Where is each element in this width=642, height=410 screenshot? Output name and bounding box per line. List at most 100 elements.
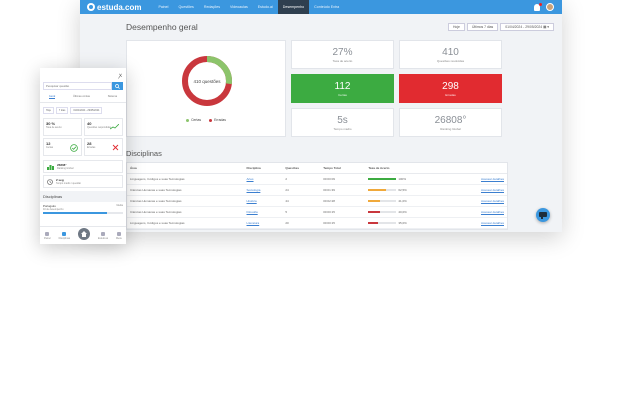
chat-fab-button[interactable]	[536, 208, 550, 222]
mobile-search-input[interactable]	[43, 82, 112, 90]
nav-link-questoes[interactable]: Questões	[173, 0, 198, 14]
cell-discipline-link[interactable]: História	[243, 195, 283, 207]
calendar-icon: ▦ ▾	[543, 25, 549, 29]
header-row: Desempenho geral Hoje Últimos 7 dias 01/…	[126, 14, 554, 40]
header-rate: Taxa de Acerto	[365, 163, 452, 174]
details-link[interactable]: Acessar detalhes	[451, 217, 507, 229]
dashboard-icon	[45, 231, 50, 236]
mobile-filters: Hoje 7 dias 01/04/2024 - 29/05/2024	[43, 107, 123, 114]
mobile-tab-ultimas[interactable]: Últimas contas	[73, 95, 90, 99]
filter-date-range[interactable]: 01/04/2024 - 29/05/2024 ▦ ▾	[500, 23, 554, 31]
check-circle-icon	[70, 144, 78, 152]
nav-link-redacoes[interactable]: Redações	[199, 0, 225, 14]
mobile-filter-today[interactable]: Hoje	[43, 107, 54, 114]
notification-dot	[539, 2, 542, 6]
mobile-filter-range[interactable]: 01/04/2024 - 29/05/2024	[70, 107, 103, 114]
rate-text: 100%	[398, 177, 406, 181]
table-row: Ciências Humanas e suas Tecnologias Socio…	[127, 184, 507, 196]
mobile-search	[43, 82, 123, 90]
header-actions	[451, 163, 507, 174]
cell-time: 00:01:39	[320, 184, 366, 196]
stat-value: 27%	[332, 46, 353, 58]
cell-questions: 24	[282, 184, 321, 196]
mobile-nav-disciplinas[interactable]: Disciplinas	[59, 231, 70, 240]
stat-avg-time: 5s Tempo médio	[291, 108, 394, 137]
mobile-top: ꭗ	[40, 68, 126, 82]
header-time: Tempo Total	[320, 163, 366, 174]
clock-icon	[47, 178, 53, 185]
rate-bar-fill	[368, 222, 379, 225]
details-link[interactable]: Acessar detalhes	[451, 173, 507, 185]
ranking-label: Ranking Global	[57, 167, 74, 170]
details-link[interactable]: Acessar detalhes	[451, 184, 507, 196]
nav-label: Estudo.ai	[98, 236, 108, 240]
card-label: Taxa de acerto	[46, 126, 62, 129]
rate-bar-fill	[368, 211, 380, 214]
header-area: Área	[127, 163, 244, 174]
filter-7-days-button[interactable]: Últimos 7 dias	[466, 23, 499, 31]
date-range-text: 01/04/2024 - 29/05/2024	[505, 25, 543, 29]
donut-legend: Certas Erradas	[127, 118, 285, 122]
details-link[interactable]: Acessar detalhes	[451, 195, 507, 207]
discipline-tag: Media	[116, 204, 123, 207]
cell-discipline-link[interactable]: Artes	[243, 173, 283, 185]
legend-wrong: Erradas	[209, 118, 226, 122]
mobile-discipline-item[interactable]: Português Media 40 de desempenho	[43, 204, 123, 214]
stat-correct: 112 Certas	[291, 74, 394, 103]
mobile-nav-menu[interactable]: Menu	[116, 231, 122, 240]
mobile-filter-7-days[interactable]: 7 dias	[55, 107, 69, 114]
cell-time: 00:00:09	[320, 173, 366, 185]
mobile-tab-sistema[interactable]: Sistema	[108, 95, 117, 99]
table-row: Ciências Humanas e suas Tecnologias Histó…	[127, 195, 507, 207]
table-row: Linguagens, Códigos e suas Tecnologias Li…	[127, 217, 507, 229]
mobile-tab-geral[interactable]: Geral	[48, 95, 56, 99]
table-row: Linguagens, Códigos e suas Tecnologias Ar…	[127, 173, 507, 185]
nav-link-desempenho[interactable]: Desempenho	[277, 0, 310, 14]
discipline-progress-fill	[43, 212, 107, 214]
stat-accuracy-rate: 27% Taxa de acerto	[291, 40, 394, 69]
donut-chart: 410 questões	[182, 56, 232, 106]
mobile-nav-painel[interactable]: Painel	[44, 231, 51, 240]
x-mark-icon	[112, 144, 119, 151]
rate-text: 62,5%	[398, 188, 407, 192]
disciplines-title: Disciplinas	[126, 149, 162, 158]
close-icon[interactable]: ꭗ	[119, 71, 122, 79]
nav-link-estudo-ai[interactable]: Estudo.ai	[253, 0, 278, 14]
details-link[interactable]: Acessar detalhes	[451, 206, 507, 218]
rate-bar	[368, 200, 397, 203]
mobile-nav-home[interactable]	[78, 227, 91, 240]
mobile-ranking-row: 26808° Ranking Global	[43, 160, 123, 173]
nav-link-painel[interactable]: Painel	[153, 0, 173, 14]
rate-text: 40,0%	[398, 210, 407, 214]
legend-wrong-label: Erradas	[214, 118, 226, 122]
stat-wrong: 298 Erradas	[399, 74, 502, 103]
mobile-time-row: 2 seg Tempo médio / questão	[43, 175, 123, 188]
date-filters: Hoje Últimos 7 dias 01/04/2024 - 29/05/2…	[447, 23, 554, 31]
nav-link-conteudo-extra[interactable]: Conteúdo Extra	[309, 0, 344, 14]
mobile-nav-estudo-ai[interactable]: Estudo.ai	[98, 231, 108, 240]
cell-rate: 100%	[365, 173, 452, 185]
filter-today-button[interactable]: Hoje	[447, 23, 465, 31]
mobile-card-wrong: 28 Erradas	[84, 138, 123, 156]
header-questions: Questões	[282, 163, 321, 174]
table-body: Linguagens, Códigos e suas Tecnologias Ar…	[127, 173, 507, 229]
bell-icon[interactable]	[534, 2, 542, 11]
cell-discipline-link[interactable]: Filosofia	[243, 206, 283, 218]
mobile-search-button[interactable]	[112, 82, 123, 90]
cell-area: Ciências Humanas e suas Tecnologias	[127, 184, 244, 196]
stats-grid: 27% Taxa de acerto 410 Questões resolvid…	[291, 40, 502, 137]
rate-bar-fill	[368, 200, 380, 203]
time-label: Tempo médio / questão	[56, 182, 81, 185]
table-header-row: Área Disciplina Questões Tempo Total Tax…	[127, 163, 507, 174]
avatar[interactable]	[546, 3, 554, 11]
stage: estuda.com Painel Questões Redações Vide…	[0, 0, 642, 410]
cell-discipline-link[interactable]: Literatura	[243, 217, 283, 229]
discipline-progress	[43, 212, 123, 214]
cell-discipline-link[interactable]: Sociologia	[243, 184, 283, 196]
cell-rate: 35,0%	[365, 217, 452, 229]
brand-logo[interactable]: estuda.com	[87, 3, 141, 12]
nav-right	[534, 2, 554, 11]
nav-link-videoaulas[interactable]: Videoaulas	[225, 0, 253, 14]
home-icon	[78, 227, 91, 240]
mobile-disciplines-title: Disciplinas	[40, 191, 126, 202]
